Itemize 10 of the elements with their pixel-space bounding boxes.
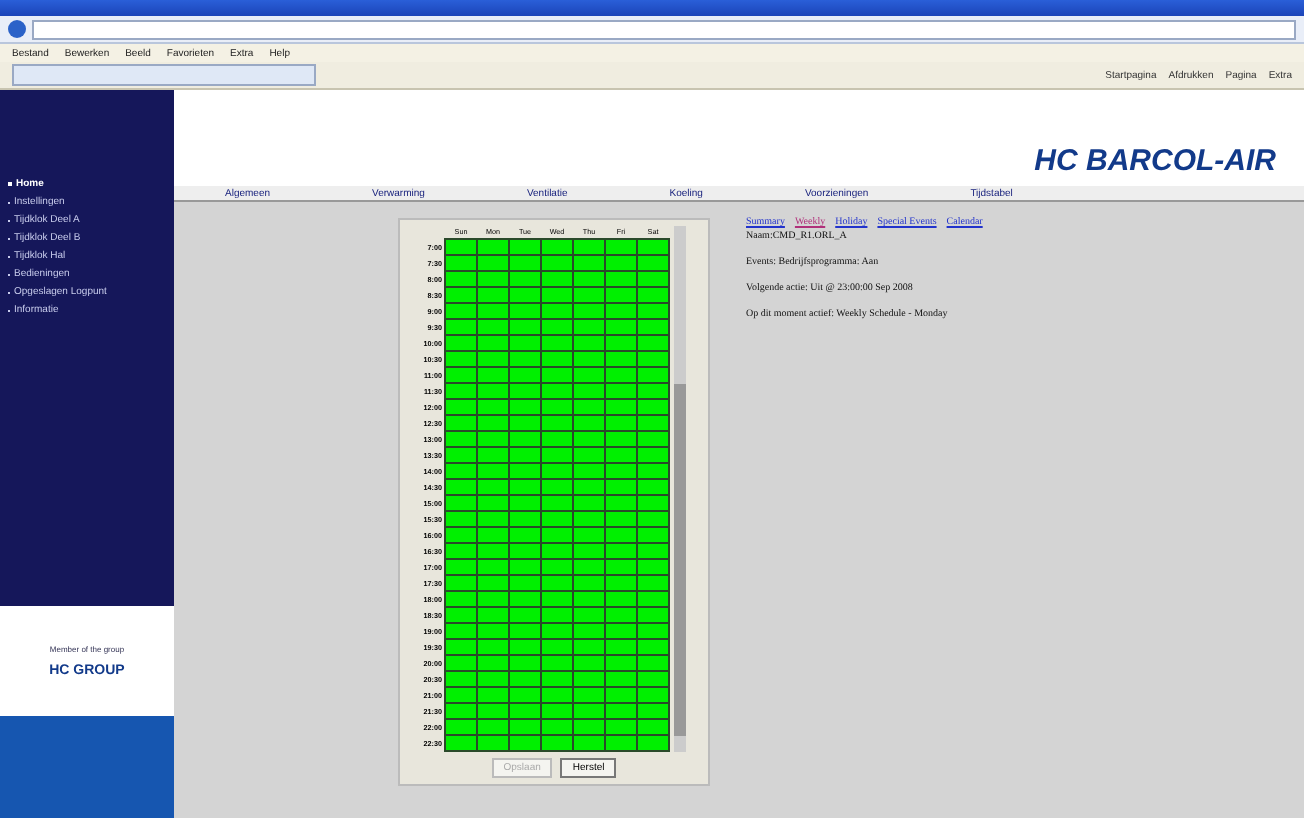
scrollbar[interactable] bbox=[674, 226, 686, 752]
schedule-cell[interactable] bbox=[509, 239, 541, 255]
schedule-cell[interactable] bbox=[445, 239, 477, 255]
schedule-cell[interactable] bbox=[605, 239, 637, 255]
company-logo: HC BARCOL-AIR bbox=[1034, 144, 1276, 178]
schedule-cell[interactable] bbox=[477, 239, 509, 255]
schedule-cell[interactable] bbox=[573, 239, 605, 255]
back-icon[interactable] bbox=[8, 20, 26, 38]
schedule-cell[interactable] bbox=[637, 239, 669, 255]
schedule-cell[interactable] bbox=[541, 239, 573, 255]
